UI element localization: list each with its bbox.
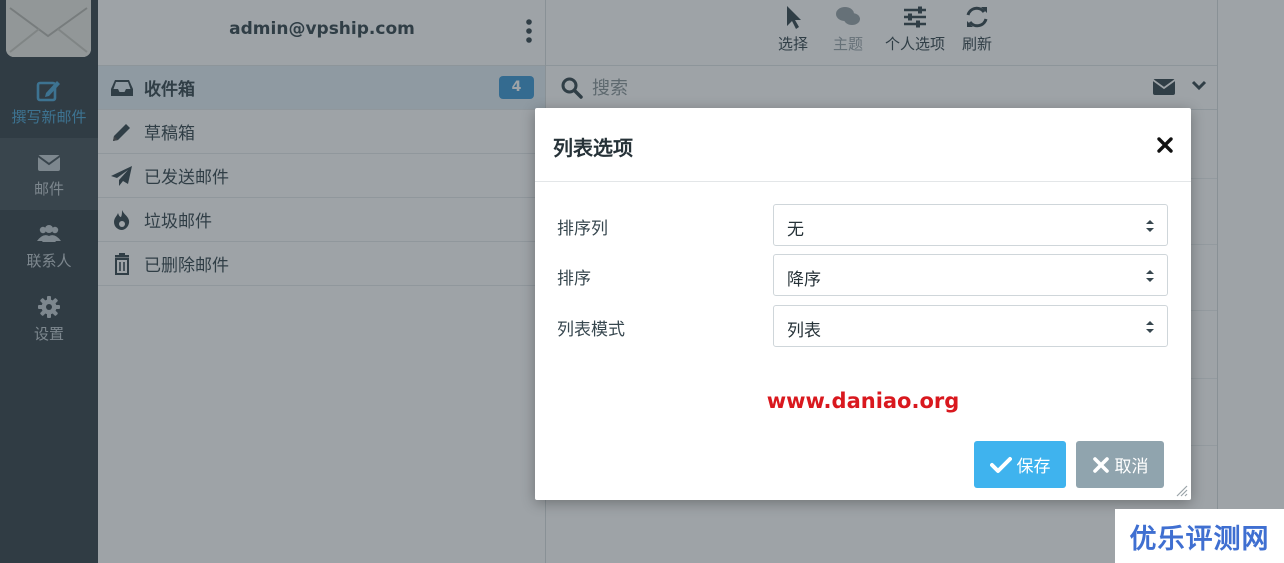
dialog-header: 列表选项 <box>535 108 1191 182</box>
sort-column-select[interactable]: 无 <box>773 204 1168 246</box>
select-value: 降序 <box>787 270 821 290</box>
sort-caret-icon <box>1146 321 1154 333</box>
close-icon <box>1092 456 1109 473</box>
save-label: 保存 <box>1016 457 1051 477</box>
resize-handle-icon[interactable] <box>1176 485 1188 497</box>
list-options-dialog: 列表选项 排序列 无 排序 降序 列表模式 列表 www.daniao.org … <box>535 108 1191 500</box>
dialog-title: 列表选项 <box>553 136 633 160</box>
list-mode-row: 列表模式 列表 <box>557 305 1169 347</box>
check-icon <box>989 456 1012 473</box>
close-icon[interactable] <box>1155 135 1175 155</box>
sort-order-row: 排序 降序 <box>557 254 1169 296</box>
sort-column-label: 排序列 <box>557 219 608 239</box>
sort-column-row: 排序列 无 <box>557 204 1169 246</box>
sort-caret-icon <box>1146 220 1154 232</box>
save-button[interactable]: 保存 <box>974 441 1066 488</box>
sort-caret-icon <box>1146 270 1154 282</box>
select-value: 无 <box>787 220 804 240</box>
cancel-label: 取消 <box>1114 457 1149 477</box>
watermark-url: www.daniao.org <box>766 389 960 413</box>
list-mode-select[interactable]: 列表 <box>773 305 1168 347</box>
cancel-button[interactable]: 取消 <box>1076 441 1164 488</box>
sort-order-label: 排序 <box>557 269 591 289</box>
sort-order-select[interactable]: 降序 <box>773 254 1168 296</box>
corner-watermark: 优乐评测网 <box>1115 509 1284 563</box>
select-value: 列表 <box>787 321 821 341</box>
list-mode-label: 列表模式 <box>557 320 625 340</box>
